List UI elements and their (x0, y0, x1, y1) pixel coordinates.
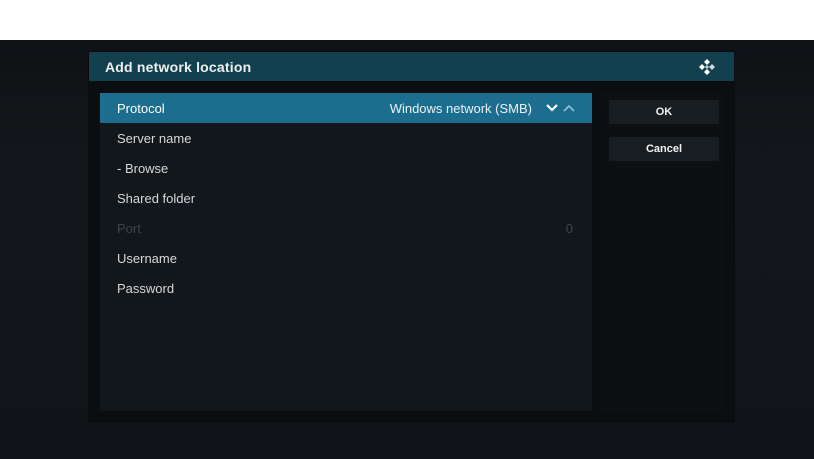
add-network-location-dialog: Add network location Protocol Windows ne… (89, 52, 734, 422)
ok-button[interactable]: OK (609, 100, 719, 124)
dialog-header: Add network location (89, 52, 734, 81)
port-value: 0 (565, 221, 573, 236)
browse-label: - Browse (117, 161, 169, 176)
top-strip (0, 0, 814, 40)
background: Add network location Protocol Windows ne… (0, 0, 814, 459)
password-label: Password (117, 281, 175, 296)
cancel-button[interactable]: Cancel (609, 137, 719, 161)
server-name-label: Server name (117, 131, 192, 146)
protocol-row[interactable]: Protocol Windows network (SMB) (100, 93, 592, 123)
shared-folder-label: Shared folder (117, 191, 196, 206)
settings-list: Protocol Windows network (SMB) Server na… (100, 93, 592, 411)
chevron-down-icon (546, 104, 558, 112)
protocol-label: Protocol (117, 101, 165, 116)
browse-row[interactable]: - Browse (100, 153, 592, 183)
kodi-logo-icon (699, 59, 715, 75)
chevron-up-icon (563, 104, 575, 112)
dialog-title: Add network location (105, 59, 252, 75)
spin-control[interactable] (544, 102, 578, 114)
port-row: Port 0 (100, 213, 592, 243)
server-name-row[interactable]: Server name (100, 123, 592, 153)
shared-folder-row[interactable]: Shared folder (100, 183, 592, 213)
username-label: Username (117, 251, 177, 266)
username-row[interactable]: Username (100, 243, 592, 273)
password-row[interactable]: Password (100, 273, 592, 303)
protocol-value: Windows network (SMB) (389, 101, 532, 116)
port-label: Port (117, 221, 141, 236)
